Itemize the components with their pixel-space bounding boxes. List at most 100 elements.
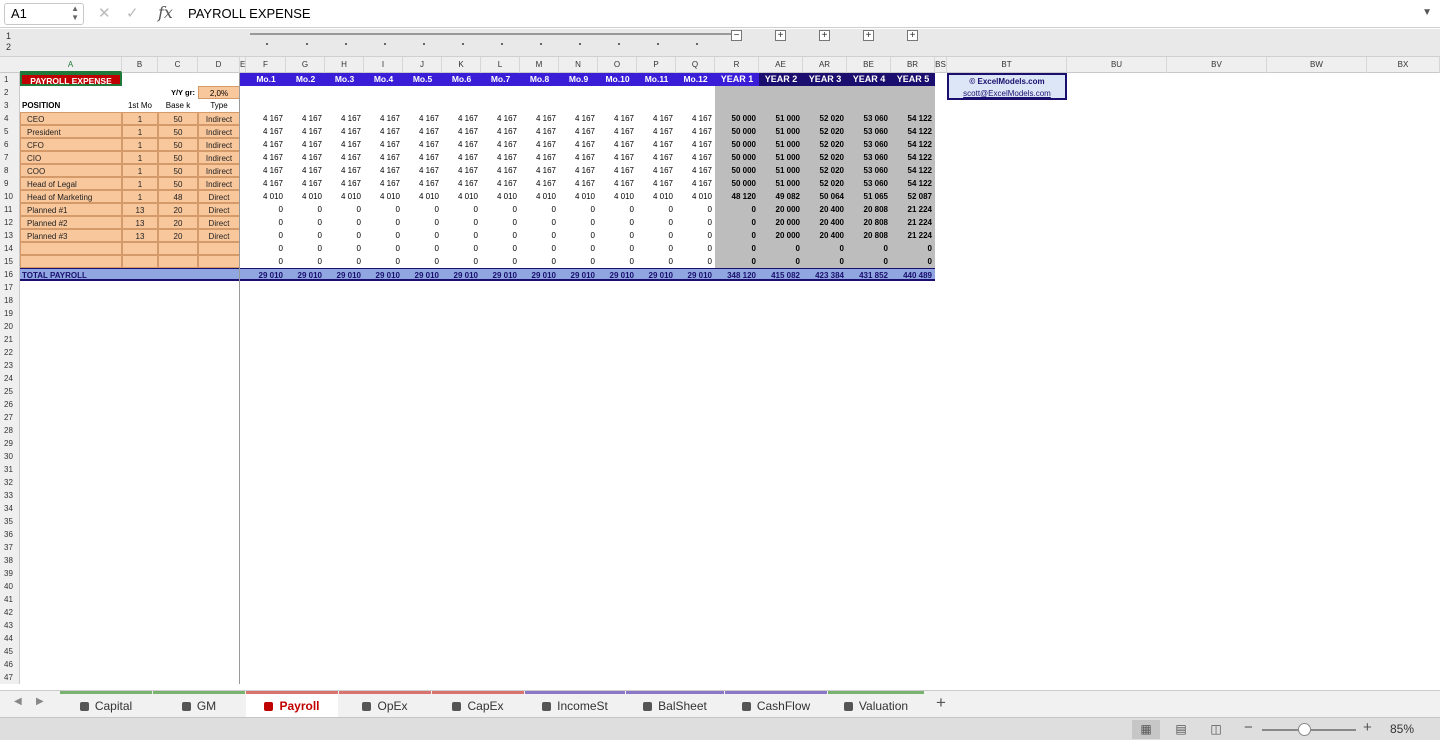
row-header-11[interactable]: 11	[0, 203, 20, 216]
tab-valuation[interactable]: Valuation	[828, 691, 924, 717]
monthly-value[interactable]: 4 167	[559, 151, 598, 164]
expand-group-icon[interactable]: +	[819, 30, 830, 41]
base-salary[interactable]: 50	[158, 125, 198, 138]
year-value[interactable]: 51 000	[759, 151, 803, 164]
monthly-value[interactable]: 0	[598, 229, 637, 242]
row-header-27[interactable]: 27	[0, 411, 20, 424]
monthly-value[interactable]: 4 167	[286, 177, 325, 190]
monthly-value[interactable]: 4 167	[520, 177, 559, 190]
monthly-value[interactable]: 0	[481, 216, 520, 229]
first-month[interactable]: 1	[122, 164, 158, 177]
monthly-value[interactable]: 4 167	[364, 125, 403, 138]
year-value[interactable]: 53 060	[847, 112, 891, 125]
base-salary[interactable]: 50	[158, 138, 198, 151]
yy-growth-input[interactable]: 2,0%	[198, 86, 240, 99]
total-year[interactable]: 440 489	[891, 268, 935, 281]
zoom-out-button[interactable]: −	[1244, 719, 1253, 736]
year-header[interactable]: YEAR 4	[847, 73, 891, 86]
monthly-value[interactable]: 0	[676, 255, 715, 268]
total-monthly[interactable]: 29 010	[637, 268, 676, 281]
row-header-2[interactable]: 2	[0, 86, 20, 99]
monthly-value[interactable]: 0	[520, 229, 559, 242]
monthly-value[interactable]: 0	[364, 242, 403, 255]
column-header-b[interactable]: B	[122, 57, 158, 73]
monthly-value[interactable]: 4 167	[559, 125, 598, 138]
total-monthly[interactable]: 29 010	[286, 268, 325, 281]
year-value[interactable]: 0	[759, 242, 803, 255]
position-type[interactable]: Indirect	[198, 125, 240, 138]
monthly-value[interactable]: 4 167	[481, 125, 520, 138]
monthly-value[interactable]: 0	[637, 229, 676, 242]
month-header[interactable]: Mo.2	[286, 73, 325, 86]
monthly-value[interactable]: 0	[442, 242, 481, 255]
monthly-value[interactable]: 0	[637, 255, 676, 268]
first-month[interactable]	[122, 242, 158, 255]
credit-email[interactable]: scott@ExcelModels.com	[949, 87, 1065, 100]
column-header-h[interactable]: H	[325, 57, 364, 73]
row-header-33[interactable]: 33	[0, 489, 20, 502]
column-header-p[interactable]: P	[637, 57, 676, 73]
monthly-value[interactable]: 0	[325, 216, 364, 229]
monthly-value[interactable]: 4 010	[559, 190, 598, 203]
row-header-46[interactable]: 46	[0, 658, 20, 671]
monthly-value[interactable]: 4 167	[246, 125, 286, 138]
year-value[interactable]: 53 060	[847, 138, 891, 151]
monthly-value[interactable]: 4 167	[520, 138, 559, 151]
total-monthly[interactable]: 29 010	[598, 268, 637, 281]
year-value[interactable]: 54 122	[891, 138, 935, 151]
year-value[interactable]: 52 020	[803, 177, 847, 190]
monthly-value[interactable]: 4 167	[246, 138, 286, 151]
year-value[interactable]: 51 000	[759, 138, 803, 151]
row-header-7[interactable]: 7	[0, 151, 20, 164]
year-value[interactable]: 54 122	[891, 164, 935, 177]
column-header-br[interactable]: BR	[891, 57, 935, 73]
row-header-5[interactable]: 5	[0, 125, 20, 138]
tab-gm[interactable]: GM	[153, 691, 245, 717]
name-box[interactable]: A1 ▲ ▼	[4, 3, 84, 25]
month-header[interactable]: Mo.3	[325, 73, 364, 86]
monthly-value[interactable]: 4 167	[676, 125, 715, 138]
monthly-value[interactable]: 0	[325, 255, 364, 268]
monthly-value[interactable]: 0	[481, 203, 520, 216]
collapse-group-icon[interactable]: −	[731, 30, 742, 41]
monthly-value[interactable]: 4 167	[637, 112, 676, 125]
row-header-12[interactable]: 12	[0, 216, 20, 229]
monthly-value[interactable]: 4 167	[286, 164, 325, 177]
year-value[interactable]: 53 060	[847, 151, 891, 164]
monthly-value[interactable]: 4 167	[481, 112, 520, 125]
monthly-value[interactable]: 0	[403, 216, 442, 229]
header-type[interactable]: Type	[198, 99, 240, 112]
monthly-value[interactable]: 4 167	[246, 112, 286, 125]
monthly-value[interactable]: 0	[520, 203, 559, 216]
total-label[interactable]: TOTAL PAYROLL	[20, 268, 122, 281]
monthly-value[interactable]: 0	[364, 229, 403, 242]
year-value[interactable]: 54 122	[891, 177, 935, 190]
year-value[interactable]: 0	[803, 255, 847, 268]
spreadsheet-grid[interactable]: A B C D E F G H I J K L M N O P Q R AE AR BE BR BS BT BU BV BW BX 1…	[0, 57, 1440, 690]
page-layout-view-icon[interactable]: ▤	[1167, 720, 1195, 739]
row-header-3[interactable]: 3	[0, 99, 20, 112]
monthly-value[interactable]: 4 167	[481, 138, 520, 151]
year-value[interactable]: 50 000	[715, 138, 759, 151]
monthly-value[interactable]: 4 010	[364, 190, 403, 203]
row-header-20[interactable]: 20	[0, 320, 20, 333]
row-header-17[interactable]: 17	[0, 281, 20, 294]
position-name[interactable]: Planned #3	[20, 229, 122, 242]
year-header[interactable]: YEAR 2	[759, 73, 803, 86]
position-type[interactable]: Indirect	[198, 112, 240, 125]
month-header[interactable]: Mo.4	[364, 73, 403, 86]
column-header-i[interactable]: I	[364, 57, 403, 73]
confirm-icon[interactable]: ✓	[126, 4, 139, 22]
year-value[interactable]: 0	[715, 203, 759, 216]
next-sheet-icon[interactable]: ▶	[36, 696, 44, 707]
year-value[interactable]: 53 060	[847, 177, 891, 190]
yy-growth-label[interactable]: Y/Y gr:	[158, 86, 198, 99]
monthly-value[interactable]: 4 167	[403, 112, 442, 125]
column-header-a[interactable]: A	[20, 57, 122, 73]
monthly-value[interactable]: 4 167	[676, 164, 715, 177]
row-header-14[interactable]: 14	[0, 242, 20, 255]
row-header-25[interactable]: 25	[0, 385, 20, 398]
monthly-value[interactable]: 4 167	[637, 151, 676, 164]
monthly-value[interactable]: 4 167	[676, 112, 715, 125]
column-header-l[interactable]: L	[481, 57, 520, 73]
